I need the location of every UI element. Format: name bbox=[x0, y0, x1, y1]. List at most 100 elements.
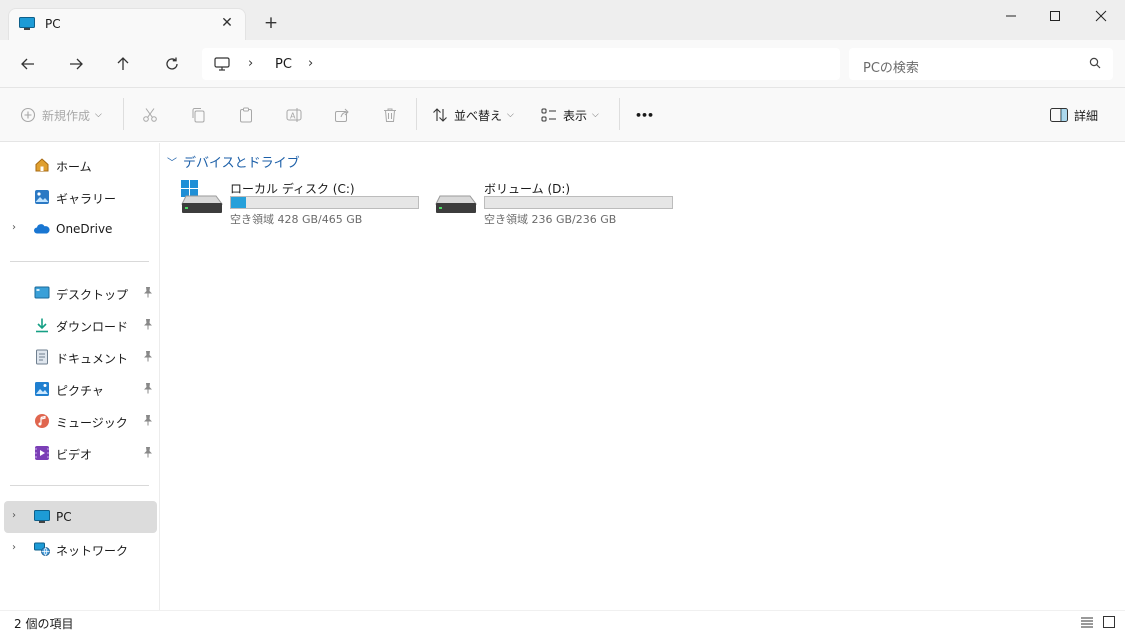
address-toolbar: › PC › PCの検索 bbox=[0, 40, 1125, 88]
list-view-icon bbox=[1081, 617, 1093, 628]
arrow-right-icon bbox=[70, 58, 83, 70]
breadcrumb-separator[interactable]: › bbox=[308, 56, 313, 71]
pin-icon[interactable] bbox=[143, 446, 153, 461]
chevron-down-icon: ⌵ bbox=[507, 110, 514, 120]
drive-d[interactable]: ボリューム (D:) 空き領域 236 GB/236 GB bbox=[434, 179, 684, 229]
chevron-right-icon[interactable]: › bbox=[12, 510, 16, 521]
sidebar-item-music[interactable]: ミュージック bbox=[4, 405, 157, 437]
breadcrumb-separator[interactable]: › bbox=[248, 56, 253, 71]
sidebar-divider bbox=[10, 485, 149, 486]
divider bbox=[123, 98, 124, 130]
pin-icon[interactable] bbox=[143, 350, 153, 365]
chevron-right-icon[interactable]: › bbox=[12, 222, 16, 233]
address-field[interactable]: › PC › bbox=[202, 48, 840, 80]
details-view-button[interactable] bbox=[1080, 615, 1096, 631]
drive-free-space: 空き領域 428 GB/465 GB bbox=[230, 213, 363, 226]
pin-icon[interactable] bbox=[143, 286, 153, 301]
plus-circle-icon bbox=[20, 107, 36, 123]
divider bbox=[619, 98, 620, 130]
download-icon bbox=[34, 317, 50, 333]
forward-button[interactable] bbox=[64, 52, 88, 76]
windows-drive-icon bbox=[180, 179, 226, 220]
chevron-down-icon: ⌵ bbox=[95, 110, 102, 120]
search-placeholder: PCの検索 bbox=[863, 61, 919, 76]
sidebar-item-label: ダウンロード bbox=[56, 320, 129, 334]
paste-button[interactable] bbox=[238, 105, 254, 125]
home-icon bbox=[34, 157, 50, 173]
search-input[interactable]: PCの検索 bbox=[849, 48, 1113, 80]
tab-pc[interactable]: PC ✕ bbox=[8, 8, 246, 40]
sidebar-item-label: ピクチャ bbox=[56, 384, 104, 398]
tiles-view-icon bbox=[1103, 616, 1115, 628]
refresh-button[interactable] bbox=[160, 52, 184, 76]
arrow-left-icon bbox=[21, 58, 34, 70]
drive-usage-fill bbox=[231, 197, 246, 208]
refresh-icon bbox=[166, 57, 178, 70]
command-bar: 新規作成 ⌵ A 並べ替え ⌵ 表示 ⌵ ••• 詳細 bbox=[0, 88, 1125, 142]
scissors-icon bbox=[143, 108, 157, 122]
share-button[interactable] bbox=[334, 105, 350, 125]
details-pane-label: 詳細 bbox=[1074, 108, 1099, 123]
videos-icon bbox=[34, 445, 50, 461]
back-button[interactable] bbox=[16, 52, 40, 76]
sidebar-item-label: デスクトップ bbox=[56, 288, 129, 302]
view-button[interactable]: 表示 ⌵ bbox=[541, 105, 599, 125]
documents-icon bbox=[34, 349, 50, 365]
chevron-right-icon[interactable]: › bbox=[12, 542, 16, 553]
music-icon bbox=[34, 413, 50, 429]
sidebar-item-pictures[interactable]: ピクチャ bbox=[4, 373, 157, 405]
copy-button[interactable] bbox=[190, 105, 206, 125]
sidebar-item-home[interactable]: ホーム bbox=[4, 149, 157, 181]
pin-icon[interactable] bbox=[143, 318, 153, 333]
desktop-icon bbox=[34, 285, 50, 301]
sidebar-item-videos[interactable]: ビデオ bbox=[4, 437, 157, 469]
delete-button[interactable] bbox=[382, 105, 398, 125]
pc-icon bbox=[34, 509, 50, 525]
drive-usage-bar bbox=[230, 196, 419, 209]
maximize-button[interactable] bbox=[1033, 4, 1077, 28]
drive-c[interactable]: ローカル ディスク (C:) 空き領域 428 GB/465 GB bbox=[180, 179, 430, 229]
sidebar-item-desktop[interactable]: デスクトップ bbox=[4, 277, 157, 309]
group-header-devices[interactable]: ﹀ デバイスとドライブ bbox=[167, 152, 300, 171]
sidebar-item-label: ミュージック bbox=[56, 416, 128, 430]
sidebar-item-onedrive[interactable]: › OneDrive bbox=[4, 213, 157, 245]
status-bar: 2 個の項目 bbox=[0, 610, 1125, 634]
gallery-icon bbox=[34, 189, 50, 205]
minimize-button[interactable] bbox=[989, 4, 1033, 28]
pin-icon[interactable] bbox=[143, 414, 153, 429]
close-window-button[interactable] bbox=[1079, 4, 1123, 28]
network-icon bbox=[34, 541, 50, 557]
sidebar-item-label: ネットワーク bbox=[56, 544, 129, 558]
more-options-button[interactable]: ••• bbox=[635, 105, 654, 125]
pin-icon[interactable] bbox=[143, 382, 153, 397]
sidebar-item-downloads[interactable]: ダウンロード bbox=[4, 309, 157, 341]
view-button-label: 表示 bbox=[563, 108, 588, 123]
new-button-label: 新規作成 bbox=[42, 108, 91, 123]
divider bbox=[416, 98, 417, 130]
sidebar-item-network[interactable]: › ネットワーク bbox=[4, 533, 157, 565]
breadcrumb-pc[interactable]: PC bbox=[275, 57, 292, 72]
sidebar-item-gallery[interactable]: ギャラリー bbox=[4, 181, 157, 213]
up-button[interactable] bbox=[111, 52, 135, 76]
arrow-up-icon bbox=[117, 57, 129, 70]
cut-button[interactable] bbox=[142, 105, 158, 125]
trash-icon bbox=[384, 108, 396, 122]
chevron-down-icon: ⌵ bbox=[592, 110, 599, 120]
new-tab-button[interactable]: + bbox=[262, 14, 280, 32]
large-icons-view-button[interactable] bbox=[1102, 615, 1118, 631]
sidebar-divider bbox=[10, 261, 149, 262]
details-pane-button[interactable]: 詳細 bbox=[1050, 105, 1098, 125]
pictures-icon bbox=[34, 381, 50, 397]
rename-button[interactable]: A bbox=[286, 105, 302, 125]
sidebar-item-documents[interactable]: ドキュメント bbox=[4, 341, 157, 373]
close-tab-icon[interactable]: ✕ bbox=[219, 15, 235, 31]
pc-icon bbox=[19, 17, 35, 31]
sidebar-item-pc[interactable]: › PC bbox=[4, 501, 157, 533]
share-icon bbox=[335, 108, 349, 122]
new-button[interactable]: 新規作成 ⌵ bbox=[20, 105, 102, 125]
details-pane-icon bbox=[1050, 108, 1068, 122]
item-count: 2 個の項目 bbox=[14, 617, 74, 631]
sort-button[interactable]: 並べ替え ⌵ bbox=[432, 105, 514, 125]
sidebar-item-label: ホーム bbox=[56, 160, 92, 174]
search-icon bbox=[1089, 57, 1101, 72]
